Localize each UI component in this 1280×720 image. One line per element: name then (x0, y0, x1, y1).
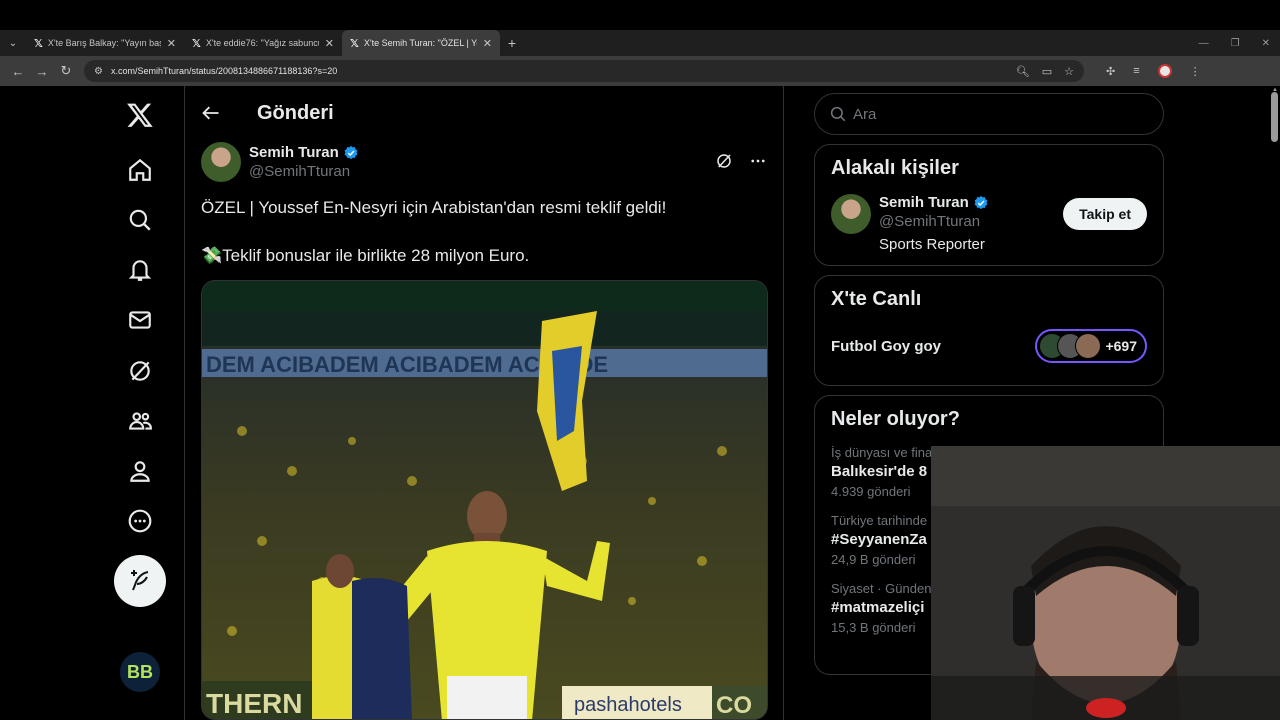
grok-explain-icon[interactable] (715, 152, 733, 175)
media-control-icon[interactable]: ≡ (1133, 65, 1139, 77)
live-listener-count: +697 (1105, 338, 1137, 354)
author-handle[interactable]: @SemihTturan (249, 163, 359, 180)
tweet-line-2: 💸Teklif bonuslar ile birlikte 28 milyon … (201, 244, 767, 268)
cast-icon[interactable]: ▭ (1042, 65, 1052, 78)
window-close-icon[interactable]: ✕ (1262, 38, 1270, 49)
account-avatar[interactable]: BB (120, 652, 160, 692)
tab-search-icon[interactable]: ⌄ (0, 30, 26, 56)
restore-icon[interactable]: ❐ (1231, 38, 1240, 49)
football-celebration-image: DEM ACIBADEM ACIBADEM ACIBADE THERN pash… (202, 281, 767, 719)
live-space-name: Futbol Goy goy (831, 337, 941, 355)
messages-envelope-icon[interactable] (116, 296, 164, 344)
follow-button[interactable]: Takip et (1063, 198, 1147, 230)
browser-tab-3[interactable]: 𝕏 X'te Semih Turan: "ÖZEL | Yous ✕ (342, 30, 500, 56)
back-arrow-icon[interactable] (201, 103, 221, 123)
x-favicon-icon: 𝕏 (192, 37, 201, 50)
page-scrollbar[interactable] (1271, 92, 1278, 142)
reload-icon[interactable]: ↻ (54, 63, 78, 79)
money-emoji-icon: 💸 (201, 246, 223, 265)
profile-avatar[interactable] (1157, 64, 1172, 78)
relevant-people-card: Alakalı kişiler Semih Turan @SemihTturan… (814, 144, 1164, 266)
extensions-icon[interactable]: ✣ (1106, 65, 1115, 78)
x-favicon-icon: 𝕏 (34, 37, 43, 50)
author-name-link[interactable]: Semih Turan (249, 144, 359, 161)
x-favicon-icon: 𝕏 (350, 37, 359, 50)
tweet-header: Semih Turan @SemihTturan (201, 140, 767, 184)
post-header: Gönderi (185, 86, 783, 140)
tab-title: X'te Semih Turan: "ÖZEL | Yous (363, 38, 477, 48)
tab-close-icon[interactable]: ✕ (325, 37, 334, 50)
more-circle-icon[interactable] (116, 497, 164, 545)
more-options-icon[interactable] (749, 152, 767, 175)
browser-tab-2[interactable]: 𝕏 X'te eddie76: "Yağız sabuncuoğ ✕ (184, 30, 342, 56)
author-name: Semih Turan (249, 144, 339, 161)
new-tab-button[interactable]: + (500, 35, 524, 51)
bookmark-star-icon[interactable]: ☆ (1064, 65, 1074, 78)
forward-icon[interactable]: → (30, 64, 54, 79)
tab-title: X'te eddie76: "Yağız sabuncuoğ (205, 38, 319, 48)
webcam-overlay (931, 446, 1280, 720)
media-board-left: THERN (206, 688, 302, 719)
verified-badge-icon (973, 195, 989, 211)
explore-search-icon[interactable] (116, 196, 164, 244)
feather-plus-icon (131, 570, 149, 591)
browser-toolbar: ← → ↻ ⚙ x.com/SemihTturan/status/2008134… (0, 56, 1280, 86)
search-icon (830, 106, 846, 122)
home-icon[interactable] (116, 146, 164, 194)
browser-menu-icon[interactable]: ⋮ (1190, 65, 1201, 78)
left-nav: BB (110, 86, 170, 720)
streamer-webcam-image (931, 446, 1280, 720)
url-text: x.com/SemihTturan/status/200813488667118… (110, 66, 338, 76)
tweet-line-1: ÖZEL | Youssef En-Nesyri için Arabistan'… (201, 198, 667, 217)
address-bar[interactable]: ⚙ x.com/SemihTturan/status/2008134886671… (84, 60, 1084, 82)
top-black-strip (0, 0, 1280, 30)
window-controls: — ❐ ✕ (1199, 30, 1270, 56)
author-avatar[interactable] (201, 142, 241, 182)
main-column: Gönderi Semih Turan @SemihTturan ÖZEL | … (184, 86, 784, 720)
browser-tab-1[interactable]: 𝕏 X'te Barış Balkay: "Yayın başladı ✕ (26, 30, 184, 56)
relevant-people-title: Alakalı kişiler (831, 157, 959, 179)
person-handle: @SemihTturan (879, 213, 981, 230)
zoom-icon[interactable]: 🔍︎ (1016, 65, 1030, 78)
compose-post-button[interactable] (114, 555, 166, 607)
grok-icon[interactable] (116, 347, 164, 395)
person-avatar[interactable] (831, 194, 871, 234)
verified-badge-icon (343, 145, 359, 161)
tab-title: X'te Barış Balkay: "Yayın başladı (47, 38, 161, 48)
person-name-link[interactable]: Semih Turan (879, 194, 989, 211)
person-name: Semih Turan (879, 194, 969, 211)
search-placeholder: Ara (853, 105, 877, 123)
live-space-row[interactable]: Futbol Goy goy +697 (831, 329, 1147, 363)
search-input[interactable]: Ara (814, 93, 1164, 135)
minimize-icon[interactable]: — (1199, 38, 1209, 49)
tab-close-icon[interactable]: ✕ (167, 37, 176, 50)
tweet-line-2-text: Teklif bonuslar ile birlikte 28 milyon E… (222, 246, 530, 265)
browser-tabbar: ⌄ 𝕏 X'te Barış Balkay: "Yayın başladı ✕ … (0, 30, 1280, 56)
x-logo-icon[interactable] (116, 91, 164, 139)
person-bio: Sports Reporter (879, 236, 985, 253)
listener-avatar (1075, 333, 1102, 359)
media-board-far: CO (716, 692, 752, 719)
media-board-right: pashahotels (574, 694, 682, 716)
live-on-x-card: X'te Canlı Futbol Goy goy +697 (814, 275, 1164, 386)
communities-icon[interactable] (116, 397, 164, 445)
live-listeners-pill[interactable]: +697 (1035, 329, 1147, 363)
site-info-icon[interactable]: ⚙ (94, 66, 103, 77)
page-title: Gönderi (257, 101, 334, 124)
live-title: X'te Canlı (831, 288, 922, 310)
tweet: Semih Turan @SemihTturan ÖZEL | Youssef … (185, 140, 783, 720)
back-icon[interactable]: ← (6, 64, 30, 79)
tweet-text: ÖZEL | Youssef En-Nesyri için Arabistan'… (201, 196, 767, 268)
tweet-media-photo[interactable]: DEM ACIBADEM ACIBADEM ACIBADE THERN pash… (201, 280, 768, 720)
profile-icon[interactable] (116, 447, 164, 495)
trending-title: Neler oluyor? (831, 408, 960, 430)
relevant-person[interactable]: Semih Turan @SemihTturan Sports Reporter… (831, 194, 1147, 253)
tab-close-icon[interactable]: ✕ (483, 37, 492, 50)
notifications-bell-icon[interactable] (116, 246, 164, 294)
